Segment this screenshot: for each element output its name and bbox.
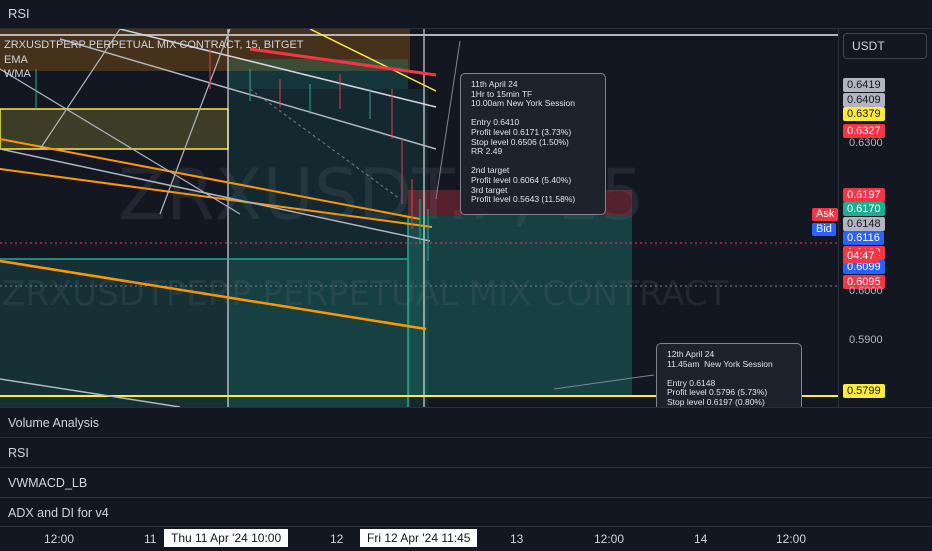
price-label: 0.5799 [843,384,885,399]
time-label: 11 [144,532,157,546]
supply-zone-yellow [0,108,229,150]
ask-tag: Ask [812,208,839,221]
symbol-title: ZRXUSDTPERP PERPETUAL MIX CONTRACT, 15, … [4,39,304,51]
price-label: 0.6409 [843,92,885,107]
indicator-wma[interactable]: WMA [4,68,31,80]
pane-volume-analysis[interactable]: Volume Analysis [0,407,932,437]
bid-tag: Bid [812,223,836,236]
rsi-top-label: RSI [8,6,30,21]
indicator-ema[interactable]: EMA [4,54,28,66]
price-chart[interactable]: ZRXUSDTPERP PERPETUAL MIX CONTRACT, 15, … [0,29,838,407]
time-label: 14 [694,532,708,546]
price-tick: 0.5900 [849,334,883,347]
time-axis[interactable]: 12:00 11 Thu 11 Apr '24 10:00 12 Fri 12 … [0,526,932,551]
pane-label: VWMACD_LB [8,476,88,490]
pane-rsi[interactable]: RSI [0,437,932,467]
price-label: 0.6116 [843,231,884,246]
pane-label: Volume Analysis [8,416,100,430]
time-label: 12:00 [44,532,75,546]
time-label: 12 [330,532,344,546]
trade-note-april-12[interactable]: 12th April 24 11.45am New York Session E… [656,343,802,407]
price-label: 0.6327 [843,123,885,138]
rsi-top-pane[interactable]: RSI [0,0,932,29]
crosshair-time-label: Fri 12 Apr '24 11:45 [360,529,478,547]
pane-vwmacd[interactable]: VWMACD_LB [0,467,932,497]
countdown-label: 04:47 [843,249,879,263]
price-label: 0.6379 [843,107,885,122]
price-label: 0.6148 [843,216,885,231]
time-label: 13 [510,532,524,546]
pane-adx[interactable]: ADX and DI for v4 [0,497,932,527]
time-label: 12:00 [594,532,625,546]
watermark-name: ZRXUSDTPERP PERPETUAL MIX CONTRACT [2,274,729,314]
crosshair-time-label: Thu 11 Apr '24 10:00 [164,529,289,547]
pane-label: RSI [8,446,29,460]
price-label: 0.6170 [843,202,885,217]
trade-note-april-11[interactable]: 11th April 24 1Hr to 15min TF 10.00am Ne… [460,73,606,215]
price-label: 0.6419 [843,78,885,93]
time-label: 12:00 [776,532,807,546]
price-tick: 0.6300 [849,137,883,150]
currency-button[interactable]: USDT [843,33,927,59]
pane-label: ADX and DI for v4 [8,506,109,520]
price-tick: 0.6000 [849,285,883,297]
price-label: 0.6197 [843,187,885,202]
